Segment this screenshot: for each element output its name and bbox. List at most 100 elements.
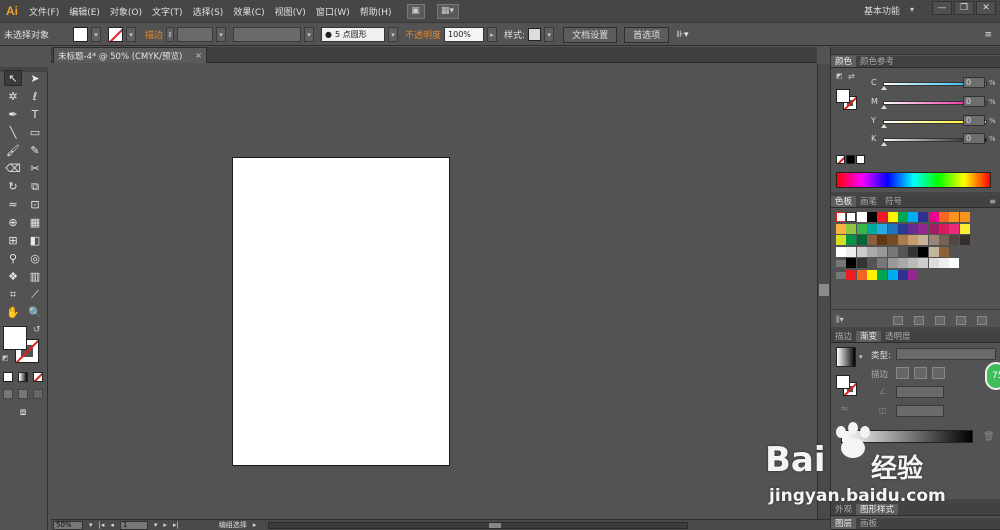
new-swatch-icon[interactable] — [956, 316, 966, 325]
swatch-chip[interactable] — [918, 258, 929, 268]
swatch-chip[interactable] — [918, 235, 929, 245]
menu-select[interactable]: 选择(S) — [188, 5, 229, 18]
menu-edit[interactable]: 编辑(E) — [64, 5, 105, 18]
stroke-label[interactable]: 描边 — [145, 28, 163, 41]
reverse-gradient-icon[interactable]: ⇋ — [841, 404, 848, 413]
menu-file[interactable]: 文件(F) — [24, 5, 64, 18]
none-mode-icon[interactable] — [33, 372, 43, 382]
swatch-chip[interactable] — [877, 258, 888, 268]
workspace-switcher[interactable]: 基本功能 — [864, 4, 900, 17]
first-artboard-icon[interactable]: |◂ — [99, 521, 105, 529]
swatch-chip[interactable] — [877, 269, 888, 280]
color-mode-icon[interactable] — [3, 372, 13, 382]
swatch-chip[interactable] — [866, 269, 877, 280]
swatch-chip[interactable] — [939, 246, 949, 257]
new-color-group-icon[interactable] — [935, 316, 945, 325]
gradient-angle-field[interactable] — [896, 386, 944, 398]
brush-definition-field[interactable]: ● 5 点圆形 — [321, 27, 386, 42]
swatch-chip[interactable] — [877, 246, 888, 257]
close-button[interactable]: ✕ — [976, 1, 996, 15]
swatch-chip[interactable] — [918, 223, 929, 234]
selection-tool-icon[interactable]: ↖ — [4, 70, 22, 86]
gradient-preset-dropdown-icon[interactable]: ▾ — [859, 353, 863, 361]
swatch-chip[interactable] — [846, 269, 857, 280]
warp-tool-icon[interactable]: ≈ — [4, 196, 22, 212]
swatch-chip[interactable] — [846, 258, 857, 268]
zoom-tool-icon[interactable]: 🔍 — [26, 304, 44, 320]
artboard-number-field[interactable]: 1 — [119, 520, 148, 530]
zoom-dropdown-icon[interactable]: ▾ — [89, 521, 93, 529]
swatch-chip[interactable] — [939, 212, 949, 222]
graphic-style-swatch[interactable] — [528, 28, 542, 41]
free-transform-tool-icon[interactable]: ⊡ — [26, 196, 44, 212]
cyan-slider-knob[interactable] — [881, 86, 887, 90]
bridge-icon[interactable]: ▣ — [406, 3, 425, 19]
shape-builder-tool-icon[interactable]: ⊕ — [4, 214, 22, 230]
swap-colors-icon[interactable]: ⇄ — [848, 72, 855, 81]
gradient-mode-icon[interactable] — [18, 372, 28, 382]
swatch-chip[interactable] — [866, 258, 877, 268]
black-color-chip[interactable] — [846, 155, 855, 164]
tab-gradient[interactable]: 渐变 — [856, 331, 882, 342]
none-color-chip[interactable] — [836, 155, 845, 164]
tab-layers[interactable]: 图层 — [831, 518, 857, 529]
default-fill-stroke-icon[interactable]: ◩ — [2, 354, 9, 362]
swap-fill-stroke-icon[interactable]: ↺ — [33, 325, 41, 335]
blend-tool-icon[interactable]: ◎ — [26, 250, 44, 266]
screen-mode-icon[interactable]: ⧈ — [14, 405, 32, 421]
paintbrush-tool-icon[interactable]: 🖌 — [4, 142, 22, 158]
close-tab-icon[interactable]: × — [195, 51, 202, 60]
swatch-chip[interactable] — [866, 223, 877, 234]
swatch-chip[interactable] — [959, 235, 970, 245]
gradient-tool-icon[interactable]: ◧ — [26, 232, 44, 248]
panel-menu-icon[interactable]: ≡ — [984, 30, 992, 40]
tab-stroke[interactable]: 描边 — [831, 331, 856, 342]
tab-symbols[interactable]: 符号 — [881, 196, 906, 207]
cyan-value[interactable]: 0 — [963, 77, 985, 88]
stroke-weight-field[interactable] — [177, 27, 214, 42]
magic-wand-tool-icon[interactable]: ✲ — [4, 88, 22, 104]
tab-color-guide[interactable]: 颜色参考 — [856, 56, 898, 67]
swatch-chip[interactable] — [959, 223, 970, 234]
yellow-value[interactable]: 0 — [963, 115, 985, 126]
eyedropper-tool-icon[interactable]: ⚲ — [4, 250, 22, 266]
workspace-dropdown-icon[interactable]: ▾ — [910, 5, 914, 14]
swatch-chip[interactable] — [887, 269, 898, 280]
swatch-chip[interactable] — [959, 212, 970, 222]
swatch-chip[interactable] — [908, 212, 919, 222]
mesh-tool-icon[interactable]: ⊞ — [4, 232, 22, 248]
fill-swatch-large[interactable] — [3, 326, 27, 350]
swatch-chip[interactable] — [866, 246, 877, 257]
next-artboard-icon[interactable]: ▸ — [163, 521, 167, 529]
magenta-slider-knob[interactable] — [881, 105, 887, 109]
delete-swatch-icon[interactable] — [977, 316, 987, 325]
swatch-chip[interactable] — [856, 246, 867, 257]
previous-artboard-icon[interactable]: ◂ — [110, 521, 114, 529]
swatch-chip[interactable] — [897, 246, 908, 257]
swatch-chip[interactable] — [949, 235, 960, 245]
hand-tool-icon[interactable]: ✋ — [4, 304, 22, 320]
swatch-chip[interactable] — [949, 212, 960, 222]
swatch-chip[interactable] — [836, 223, 846, 234]
default-colors-icon[interactable]: ◩ — [836, 72, 843, 80]
swatch-chip[interactable] — [908, 269, 919, 280]
swatch-chip[interactable] — [856, 212, 867, 222]
stroke-dropdown-icon[interactable]: ▾ — [126, 27, 136, 42]
menu-window[interactable]: 窗口(W) — [311, 5, 355, 18]
swatch-chip[interactable] — [836, 246, 846, 257]
swatch-chip[interactable] — [897, 212, 908, 222]
blob-brush-tool-icon[interactable]: ⌫ — [4, 160, 22, 176]
white-color-chip[interactable] — [856, 155, 865, 164]
delete-stop-icon[interactable]: 🗑 — [983, 432, 994, 442]
swatch-chip[interactable] — [877, 212, 888, 222]
stroke-across-icon[interactable] — [932, 367, 945, 379]
swatch-chip[interactable] — [856, 269, 867, 280]
swatch-chip[interactable] — [949, 223, 960, 234]
document-setup-button[interactable]: 文档设置 — [563, 26, 618, 43]
swatch-chip[interactable] — [887, 246, 898, 257]
stroke-weight-stepper[interactable]: ⇕ — [166, 27, 175, 42]
tab-color[interactable]: 颜色 — [831, 56, 857, 67]
notification-badge[interactable]: 75 — [985, 362, 1000, 390]
swatch-chip[interactable] — [836, 212, 846, 222]
artboard[interactable] — [232, 157, 450, 466]
